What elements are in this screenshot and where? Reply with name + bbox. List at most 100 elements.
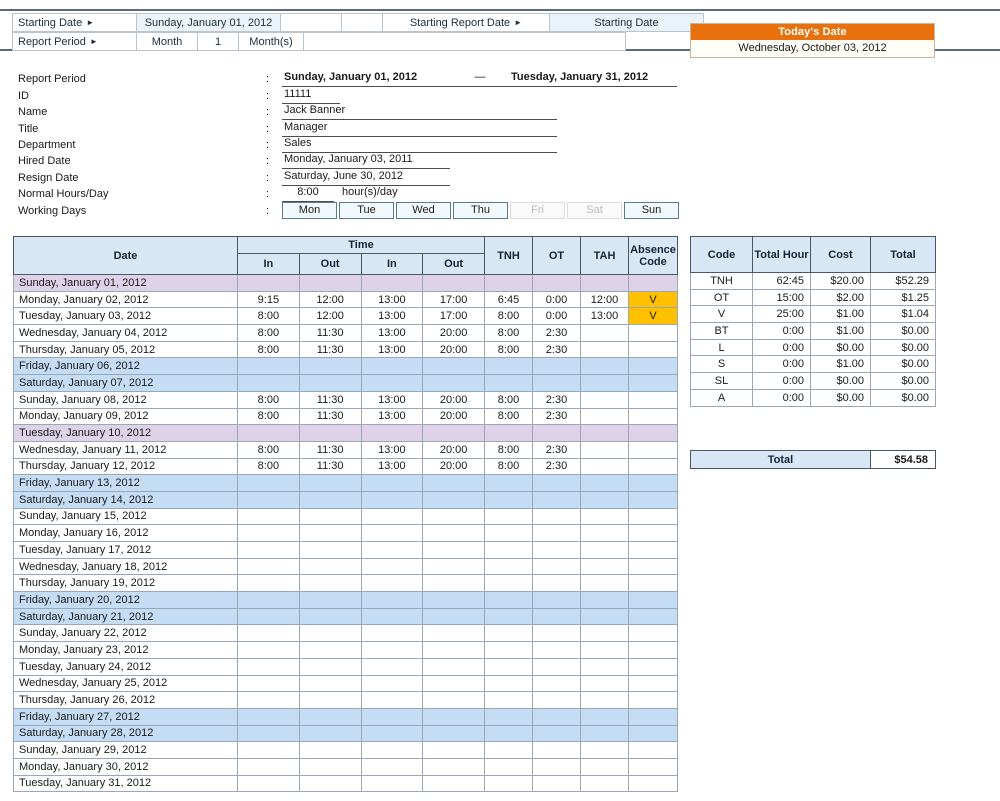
cell-time-in-2[interactable] — [360, 691, 424, 709]
cell-tah[interactable] — [580, 457, 629, 476]
cell-time-in-1[interactable]: 9:15 — [237, 290, 300, 309]
cell-ot[interactable] — [532, 624, 581, 643]
cell-time-in-1[interactable] — [237, 424, 300, 442]
cell-tnh[interactable] — [484, 274, 533, 292]
cell-tnh[interactable] — [484, 557, 533, 576]
cell-time-in-1[interactable] — [237, 724, 300, 743]
cell-tah[interactable] — [580, 641, 629, 659]
cell-time-in-1[interactable] — [237, 474, 300, 492]
cell-time-out-2[interactable]: 20:00 — [422, 390, 485, 409]
cell-time-in-2[interactable] — [360, 524, 424, 542]
cell-time-in-2[interactable]: 13:00 — [360, 390, 424, 409]
cell-tnh[interactable] — [484, 357, 533, 376]
cell-time-in-1[interactable] — [237, 657, 300, 676]
cell-time-in-2[interactable]: 13:00 — [360, 324, 424, 342]
cell-time-in-1[interactable]: 8:00 — [237, 307, 300, 326]
cell-time-out-2[interactable] — [422, 641, 485, 659]
report-period-unit[interactable]: Month — [136, 32, 198, 51]
cell-tah[interactable] — [580, 524, 629, 542]
hired-date-field[interactable]: Monday, January 03, 2011 — [282, 152, 450, 170]
cell-tah[interactable] — [580, 624, 629, 643]
cell-time-out-2[interactable]: 20:00 — [422, 407, 485, 426]
cell-time-in-2[interactable] — [360, 574, 424, 593]
cell-absence-code[interactable] — [628, 741, 678, 759]
cell-tnh[interactable]: 8:00 — [484, 340, 533, 359]
cell-time-in-1[interactable] — [237, 707, 300, 726]
cell-time-out-1[interactable] — [298, 674, 362, 693]
cell-tah[interactable] — [580, 741, 629, 759]
cell-time-out-1[interactable]: 11:30 — [298, 407, 362, 426]
summary-cell-cost[interactable]: $20.00 — [810, 272, 871, 290]
cell-time-in-1[interactable] — [237, 274, 300, 292]
working-day-toggle-fri[interactable]: Fri — [510, 201, 565, 219]
cell-time-in-1[interactable]: 8:00 — [237, 390, 300, 409]
cell-tah[interactable] — [580, 340, 629, 359]
cell-time-in-1[interactable] — [237, 741, 300, 759]
cell-tnh[interactable] — [484, 741, 533, 759]
cell-absence-code[interactable]: V — [628, 290, 678, 309]
employee-name-field[interactable]: Jack Banner — [282, 103, 557, 121]
cell-time-out-1[interactable] — [298, 641, 362, 659]
cell-time-in-1[interactable] — [237, 357, 300, 376]
cell-tah[interactable] — [580, 557, 629, 576]
cell-time-in-2[interactable]: 13:00 — [360, 340, 424, 359]
cell-ot[interactable] — [532, 557, 581, 576]
cell-time-in-2[interactable] — [360, 424, 424, 442]
cell-time-out-1[interactable] — [298, 657, 362, 676]
cell-tah[interactable] — [580, 490, 629, 509]
cell-time-in-1[interactable] — [237, 757, 300, 776]
cell-ot[interactable] — [532, 657, 581, 676]
cell-absence-code[interactable] — [628, 424, 678, 442]
cell-ot[interactable]: 2:30 — [532, 407, 581, 426]
cell-absence-code[interactable] — [628, 657, 678, 676]
cell-absence-code[interactable] — [628, 674, 678, 693]
cell-time-out-2[interactable] — [422, 741, 485, 759]
cell-tah[interactable] — [580, 774, 629, 793]
cell-ot[interactable] — [532, 607, 581, 626]
summary-cell-cost[interactable]: $1.00 — [810, 355, 871, 374]
cell-tnh[interactable] — [484, 757, 533, 776]
cell-ot[interactable] — [532, 490, 581, 509]
cell-time-in-2[interactable] — [360, 274, 424, 292]
employee-department-field[interactable]: Sales — [282, 136, 557, 153]
cell-time-out-2[interactable] — [422, 607, 485, 626]
cell-tnh[interactable] — [484, 624, 533, 643]
cell-tah[interactable] — [580, 657, 629, 676]
cell-ot[interactable] — [532, 524, 581, 542]
cell-tnh[interactable] — [484, 524, 533, 542]
working-day-toggle-wed[interactable]: Wed — [396, 201, 451, 219]
cell-time-in-1[interactable] — [237, 557, 300, 576]
cell-absence-code[interactable] — [628, 707, 678, 726]
cell-tnh[interactable] — [484, 674, 533, 693]
cell-time-in-1[interactable] — [237, 574, 300, 593]
cell-time-out-1[interactable]: 12:00 — [298, 290, 362, 309]
cell-tah[interactable] — [580, 707, 629, 726]
cell-absence-code[interactable] — [628, 390, 678, 409]
working-day-toggle-thu[interactable]: Thu — [453, 201, 508, 219]
cell-ot[interactable] — [532, 424, 581, 442]
cell-time-in-2[interactable] — [360, 724, 424, 743]
cell-absence-code[interactable] — [628, 440, 678, 459]
cell-time-out-2[interactable] — [422, 724, 485, 743]
cell-tah[interactable] — [580, 390, 629, 409]
cell-time-in-1[interactable]: 8:00 — [237, 457, 300, 476]
cell-ot[interactable] — [532, 474, 581, 492]
cell-tnh[interactable] — [484, 591, 533, 609]
summary-cell-cost[interactable]: $1.00 — [810, 305, 871, 324]
cell-tah[interactable] — [580, 724, 629, 743]
cell-time-in-2[interactable] — [360, 357, 424, 376]
cell-absence-code[interactable] — [628, 490, 678, 509]
cell-time-out-2[interactable] — [422, 274, 485, 292]
cell-time-in-2[interactable]: 13:00 — [360, 440, 424, 459]
cell-tah[interactable] — [580, 507, 629, 526]
cell-time-in-2[interactable] — [360, 641, 424, 659]
cell-time-in-2[interactable]: 13:00 — [360, 290, 424, 309]
cell-time-out-1[interactable]: 11:30 — [298, 340, 362, 359]
cell-time-in-2[interactable]: 13:00 — [360, 307, 424, 326]
cell-absence-code[interactable] — [628, 591, 678, 609]
cell-tah[interactable] — [580, 691, 629, 709]
cell-tnh[interactable]: 8:00 — [484, 440, 533, 459]
cell-absence-code[interactable] — [628, 574, 678, 593]
cell-time-out-2[interactable] — [422, 674, 485, 693]
cell-tah[interactable] — [580, 757, 629, 776]
